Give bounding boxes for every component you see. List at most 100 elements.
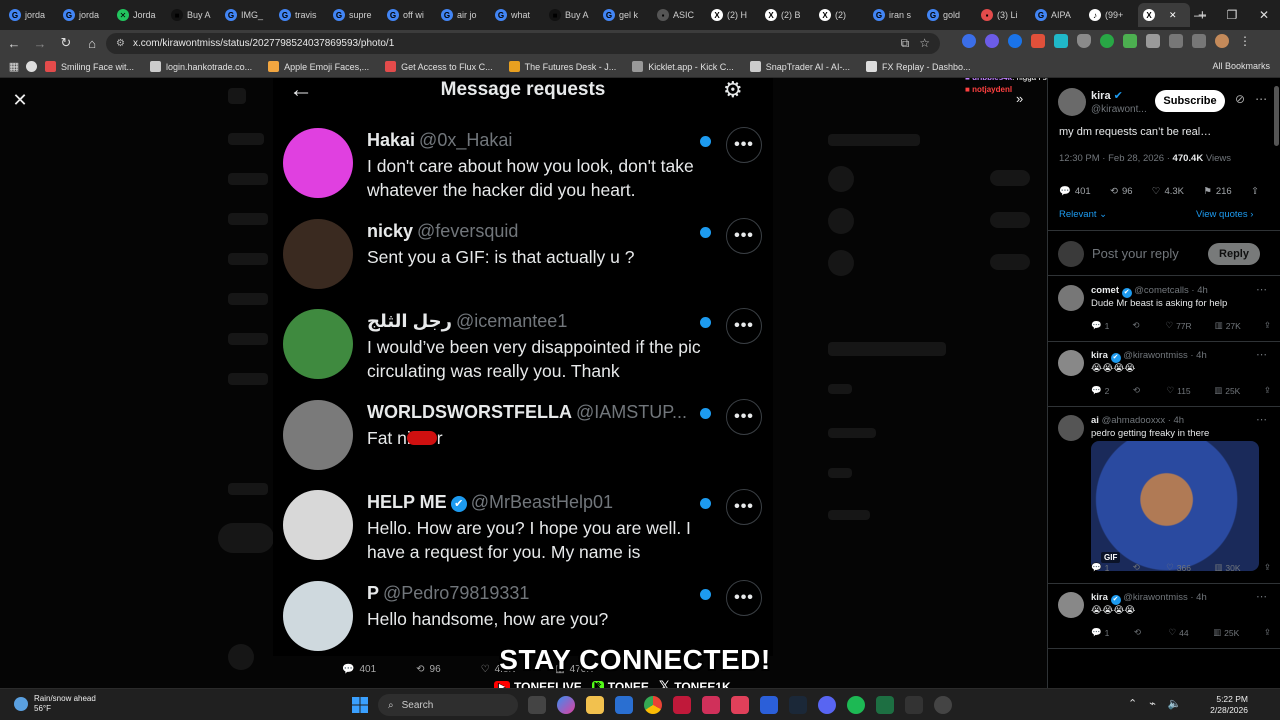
extension-icon[interactable] (1123, 34, 1137, 48)
more-icon[interactable]: ⋯ (1256, 590, 1267, 603)
heart-action[interactable]: ♡ 366 (1166, 562, 1191, 573)
heart-action[interactable]: ♡ 115 (1166, 385, 1190, 396)
reply-submit-button[interactable]: Reply (1208, 243, 1260, 265)
bookmark-item[interactable] (26, 61, 37, 72)
share-action[interactable]: ⇪ (1264, 627, 1271, 638)
repost-action[interactable]: ⟲ (1133, 385, 1143, 396)
puzzle-icon[interactable] (1146, 34, 1160, 48)
reply-action[interactable]: 💬 2 (1091, 385, 1109, 396)
browser-tab[interactable]: ▪ ASIC (652, 3, 704, 27)
task-view-icon[interactable] (528, 696, 546, 714)
browser-tab[interactable]: G AIPA (1030, 3, 1082, 27)
bookmark-item[interactable]: Apple Emoji Faces,... (268, 61, 369, 72)
url-bar[interactable]: ⚙ x.com/kirawontmiss/status/202779852403… (106, 33, 940, 54)
bookmark-item[interactable]: login.hankotrade.co... (150, 61, 252, 72)
repost-action[interactable]: ⟲ (1134, 627, 1144, 638)
store-icon[interactable] (615, 696, 633, 714)
copilot-icon[interactable] (557, 696, 575, 714)
forward-icon[interactable]: → (28, 31, 52, 55)
scrollbar[interactable] (1274, 86, 1279, 146)
home-icon[interactable]: ⌂ (80, 31, 104, 55)
more-icon[interactable]: ⋯ (1256, 348, 1267, 361)
share-action[interactable]: ⇪ (1264, 562, 1271, 573)
browser-tab[interactable]: ■ Buy A (166, 3, 218, 27)
bookmark-item[interactable]: Smiling Face wit... (45, 61, 134, 72)
reply-tweet[interactable]: kira ✔ @kirawontmiss · 4h ⋯ 😭😭😭😭 💬 2 ⟲ ♡ 115 ▥ 25… (1048, 342, 1280, 407)
bookmark-item[interactable]: SnapTrader AI - AI-... (749, 61, 850, 72)
avatar[interactable] (1058, 592, 1084, 618)
avatar[interactable] (1058, 350, 1084, 376)
system-clock[interactable]: 5:22 PM 2/28/2026 (1208, 694, 1248, 716)
menu-icon[interactable]: ⋮ (1238, 34, 1252, 48)
chart-action[interactable]: ▥ 27K (1215, 320, 1241, 331)
browser-tab[interactable]: X ✕ (1138, 3, 1190, 27)
view-quotes-link[interactable]: View quotes › (1196, 209, 1253, 220)
app-icon[interactable] (731, 696, 749, 714)
extension-icon[interactable] (1054, 34, 1068, 48)
browser-tab[interactable]: Gair jo (436, 3, 488, 27)
media-icon[interactable] (1169, 34, 1183, 48)
reload-icon[interactable]: ↻ (54, 31, 78, 55)
chart-action[interactable]: ▥ 25K (1213, 627, 1239, 638)
obs-icon[interactable] (934, 696, 952, 714)
browser-tab[interactable]: Gsupre (328, 3, 380, 27)
windows-start-icon[interactable] (352, 697, 368, 713)
all-bookmarks[interactable]: All Bookmarks (1212, 61, 1270, 71)
subscribe-button[interactable]: Subscribe (1155, 90, 1225, 112)
site-info-icon[interactable]: ⚙ (116, 38, 125, 49)
extension-icon[interactable] (985, 34, 999, 48)
gif-media[interactable]: GIF (1091, 441, 1259, 571)
steam-icon[interactable] (789, 696, 807, 714)
browser-tab[interactable]: Gjorda (58, 3, 110, 27)
browser-tab[interactable]: Gjorda (4, 3, 56, 27)
spotify-icon[interactable] (847, 696, 865, 714)
bookmark-item[interactable]: Kicklet.app - Kick C... (632, 61, 734, 72)
reply-action[interactable]: 💬 1 (1091, 562, 1109, 573)
extension-icon[interactable] (1031, 34, 1045, 48)
browser-tab[interactable]: Goff wi (382, 3, 434, 27)
extension-icon[interactable] (1008, 34, 1022, 48)
dm-screenshot[interactable]: ← Message requests ⚙ Hakai @0x_Hakai I don… (273, 78, 773, 656)
taskbar-search[interactable]: ⌕ Search (378, 694, 518, 716)
reply-tweet[interactable]: comet ✔ @cometcalls · 4h ⋯ Dude Mr beast i… (1048, 277, 1280, 342)
reply-button[interactable]: 💬 401 (1059, 186, 1091, 197)
share-button[interactable]: ⇪ (1251, 186, 1259, 197)
file-explorer-icon[interactable] (586, 696, 604, 714)
chart-action[interactable]: ▥ 30K (1214, 562, 1240, 573)
app-icon[interactable] (905, 696, 923, 714)
browser-tab[interactable]: ▪ (3) Li (976, 3, 1028, 27)
author-handle[interactable]: @kirawont... (1091, 104, 1147, 115)
reply-tweet[interactable]: kira ✔ @kirawontmiss · 4h ⋯ 😭😭😭😭 💬 1 ⟲ ♡ 44 ▥ 25K… (1048, 584, 1280, 649)
like-button[interactable]: ♡ 4.3K (1152, 186, 1184, 197)
browser-tab[interactable]: X (2) (814, 3, 866, 27)
browser-tab[interactable]: ♪ (99+ (1084, 3, 1136, 27)
repost-button[interactable]: ⟲ 96 (1110, 186, 1133, 197)
browser-tab[interactable]: Gtravis (274, 3, 326, 27)
chart-action[interactable]: ▥ 25K (1214, 385, 1240, 396)
app-icon[interactable] (760, 696, 778, 714)
minimize-icon[interactable]: — (1184, 0, 1216, 30)
maximize-icon[interactable]: ❐ (1216, 0, 1248, 30)
speaker-icon[interactable]: 🔈 (1168, 697, 1182, 710)
profile-avatar[interactable] (1215, 34, 1229, 48)
browser-tab[interactable]: Giran s (868, 3, 920, 27)
browser-tab[interactable]: ✕ Jorda (112, 3, 164, 27)
share-action[interactable]: ⇪ (1264, 320, 1271, 331)
avatar[interactable] (1058, 88, 1086, 116)
repost-action[interactable]: ⟲ 96 (416, 664, 441, 675)
shield-icon[interactable] (1077, 34, 1091, 48)
avatar[interactable] (1058, 415, 1084, 441)
browser-tab[interactable]: X (2) H (706, 3, 758, 27)
reply-action[interactable]: 💬 1 (1091, 320, 1109, 331)
weather-widget[interactable]: Rain/snow ahead 56°F (14, 694, 96, 714)
browser-tab[interactable]: G IMG_ (220, 3, 272, 27)
browser-tab[interactable]: Gwhat (490, 3, 542, 27)
bookmark-button[interactable]: ⚑ 216 (1203, 186, 1231, 197)
browser-tab[interactable]: ■ Buy A (544, 3, 596, 27)
heart-action[interactable]: ♡ 44 (1169, 627, 1189, 638)
bookmark-item[interactable]: FX Replay - Dashbo... (865, 61, 971, 72)
browser-tab[interactable]: Ggold (922, 3, 974, 27)
extension-icon[interactable] (962, 34, 976, 48)
extension-icon[interactable] (1100, 34, 1114, 48)
app-icon[interactable] (673, 696, 691, 714)
